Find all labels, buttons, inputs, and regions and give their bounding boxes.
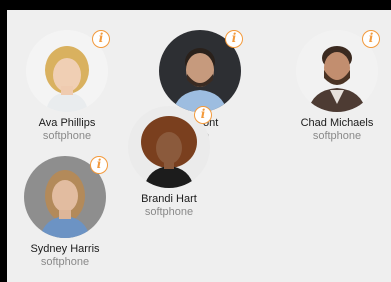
info-icon[interactable]: i <box>92 30 110 48</box>
contact-card-chad-michaels[interactable]: i Chad Michaels softphone <box>277 30 391 143</box>
contact-status: softphone <box>312 130 362 142</box>
contacts-grid: i Ava Phillips softphone i Lamont one <box>7 10 391 282</box>
contact-status: softphone <box>40 256 90 268</box>
contact-card-brandi-hart[interactable]: i Brandi Hart softphone <box>109 106 229 219</box>
contact-name: Sydney Harris <box>30 243 100 255</box>
contact-status: softphone <box>144 206 194 218</box>
info-icon[interactable]: i <box>225 30 243 48</box>
info-icon[interactable]: i <box>194 106 212 124</box>
info-icon[interactable]: i <box>362 30 380 48</box>
contact-name: Chad Michaels <box>300 117 374 129</box>
info-icon[interactable]: i <box>90 156 108 174</box>
contact-card-sydney-harris[interactable]: i Sydney Harris softphone <box>7 156 125 269</box>
contact-name: Brandi Hart <box>141 193 197 205</box>
